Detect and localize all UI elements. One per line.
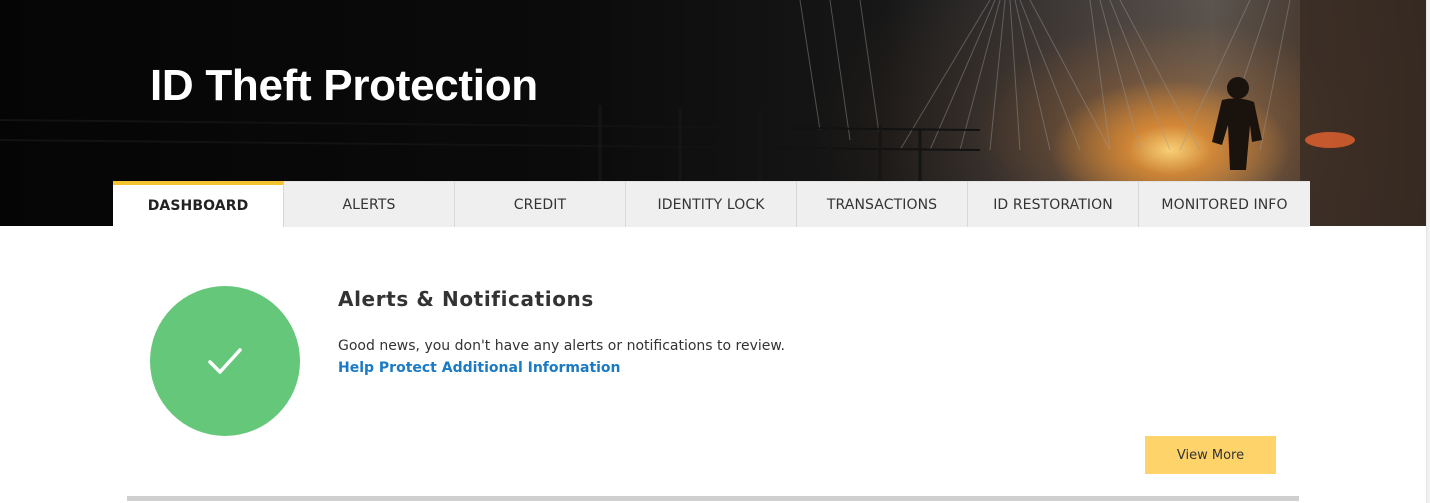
scrollbar-track[interactable] xyxy=(1426,0,1430,503)
tab-monitored-info[interactable]: MONITORED INFO xyxy=(1139,181,1310,227)
main-nav-tabs: DASHBOARD ALERTS CREDIT IDENTITY LOCK TR… xyxy=(113,181,1310,227)
alerts-section-title: Alerts & Notifications xyxy=(338,287,594,311)
section-divider xyxy=(127,496,1299,501)
tab-alerts[interactable]: ALERTS xyxy=(284,181,455,227)
alerts-status-message: Good news, you don't have any alerts or … xyxy=(338,338,786,354)
tab-id-restoration[interactable]: ID RESTORATION xyxy=(968,181,1139,227)
view-more-button[interactable]: View More xyxy=(1145,436,1276,474)
help-protect-link[interactable]: Help Protect Additional Information xyxy=(338,360,621,376)
tab-credit[interactable]: CREDIT xyxy=(455,181,626,227)
tab-transactions[interactable]: TRANSACTIONS xyxy=(797,181,968,227)
tab-identity-lock[interactable]: IDENTITY LOCK xyxy=(626,181,797,227)
page-title: ID Theft Protection xyxy=(150,61,538,110)
tab-dashboard[interactable]: DASHBOARD xyxy=(113,181,284,227)
status-ok-badge xyxy=(150,286,300,436)
checkmark-icon xyxy=(208,348,242,374)
